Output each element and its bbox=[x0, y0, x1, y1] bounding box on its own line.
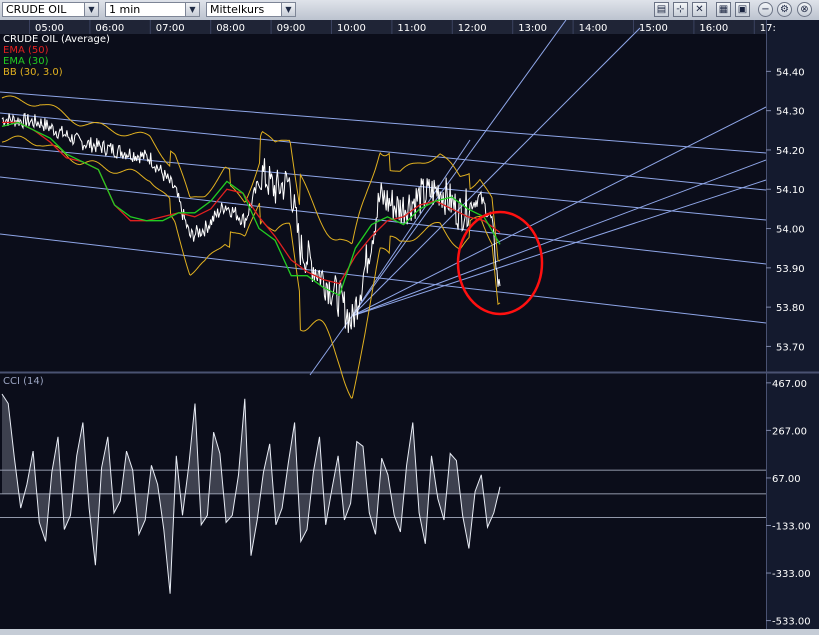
chevron-down-icon[interactable]: ▼ bbox=[84, 3, 98, 16]
price-tick-label: 54.00 bbox=[776, 225, 805, 236]
time-tick-label: 12:00 bbox=[458, 23, 487, 34]
settings-icon[interactable]: ▣ bbox=[735, 2, 750, 17]
time-tick-label: 09:00 bbox=[277, 23, 306, 34]
price-type-select-value: Mittelkurs bbox=[210, 3, 265, 16]
close-icon[interactable]: ⊗ bbox=[797, 2, 812, 17]
price-tick-label: 53.70 bbox=[776, 342, 805, 353]
cci-tick-label: -533.00 bbox=[772, 617, 811, 628]
cci-tick-label: 467.00 bbox=[772, 379, 807, 390]
cci-tick-label: -333.00 bbox=[772, 569, 811, 580]
gear-icon[interactable]: ⚙ bbox=[777, 2, 792, 17]
interval-select[interactable]: 1 min ▼ bbox=[105, 2, 200, 17]
crosshair-icon[interactable]: ⊹ bbox=[673, 2, 688, 17]
time-tick-label: 17: bbox=[760, 23, 776, 34]
time-tick-label: 11:00 bbox=[397, 23, 426, 34]
chevron-down-icon[interactable]: ▼ bbox=[185, 3, 199, 16]
cci-tick-label: -133.00 bbox=[772, 521, 811, 532]
price-tick-label: 53.90 bbox=[776, 264, 805, 275]
cci-title: CCI (14) bbox=[3, 376, 44, 387]
layout-icon[interactable]: ▦ bbox=[716, 2, 731, 17]
status-footer bbox=[0, 629, 819, 635]
cci-tick-label: 67.00 bbox=[772, 474, 801, 485]
time-tick-label: 10:00 bbox=[337, 23, 366, 34]
price-chart[interactable]: 05:00 06:00 07:00 08:00 09:00 10:00 11:00 12:00… bbox=[0, 20, 819, 629]
time-tick-label: 08:00 bbox=[216, 23, 245, 34]
interval-select-value: 1 min bbox=[109, 3, 141, 16]
chart-background bbox=[0, 20, 819, 629]
cci-tick-label: 267.00 bbox=[772, 426, 807, 437]
price-tick-label: 54.40 bbox=[776, 67, 805, 78]
chart-grid-icon[interactable]: ▤ bbox=[654, 2, 669, 17]
price-type-select[interactable]: Mittelkurs ▼ bbox=[206, 2, 296, 17]
price-tick-label: 54.30 bbox=[776, 107, 805, 118]
delete-icon[interactable]: ✕ bbox=[692, 2, 707, 17]
time-tick-label: 13:00 bbox=[518, 23, 547, 34]
legend-ema50: EMA (50) bbox=[3, 45, 49, 56]
main-chart-title: CRUDE OIL (Average) bbox=[3, 34, 110, 45]
time-tick-label: 06:00 bbox=[95, 23, 124, 34]
price-tick-label: 53.80 bbox=[776, 303, 805, 314]
time-tick-label: 05:00 bbox=[35, 23, 64, 34]
time-tick-label: 14:00 bbox=[579, 23, 608, 34]
instrument-select-value: CRUDE OIL bbox=[6, 3, 67, 16]
price-tick-label: 54.20 bbox=[776, 146, 805, 157]
zoom-out-icon[interactable]: − bbox=[758, 2, 773, 17]
chart-toolbar: CRUDE OIL ▼ 1 min ▼ Mittelkurs ▼ ▤ ⊹ ✕ ▦… bbox=[0, 0, 819, 21]
time-tick-label: 16:00 bbox=[699, 23, 728, 34]
time-tick-label: 07:00 bbox=[156, 23, 185, 34]
price-tick-label: 54.10 bbox=[776, 185, 805, 196]
instrument-select[interactable]: CRUDE OIL ▼ bbox=[2, 2, 99, 17]
chevron-down-icon[interactable]: ▼ bbox=[281, 3, 295, 16]
time-tick-label: 15:00 bbox=[639, 23, 668, 34]
legend-ema30: EMA (30) bbox=[3, 56, 49, 67]
legend-bb: BB (30, 3.0) bbox=[3, 67, 63, 78]
